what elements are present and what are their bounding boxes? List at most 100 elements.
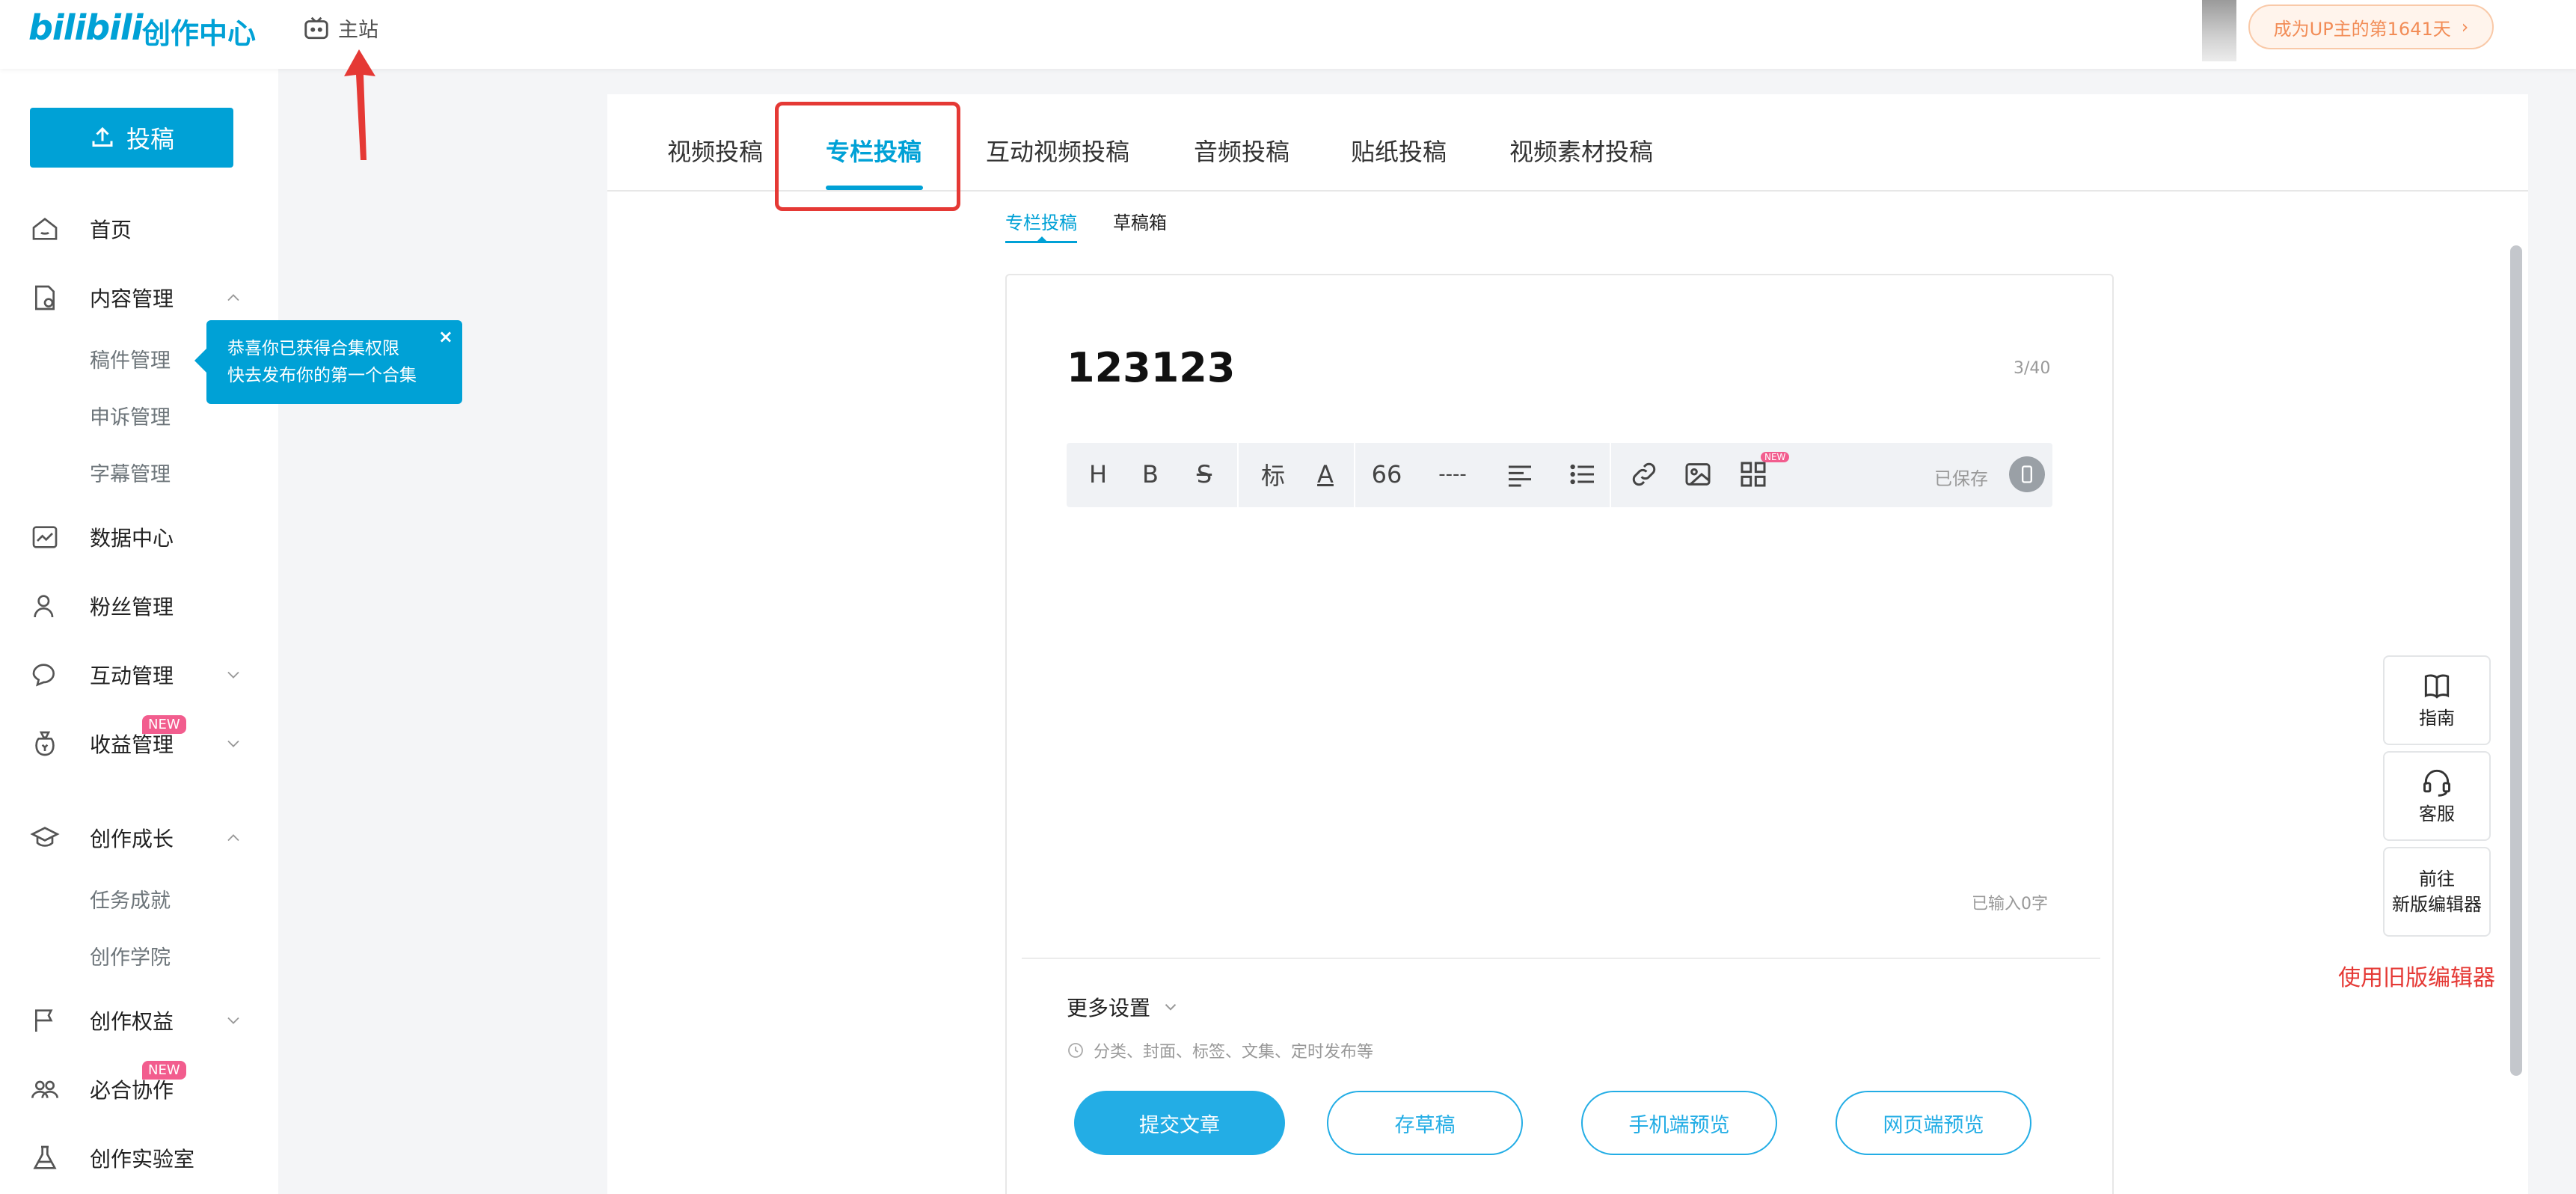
editor-toolbar: H B S 标 A 66 ---- NEW 已保存: [1067, 443, 2052, 507]
tooltip-line: 恭喜你已获得合集权限: [227, 339, 399, 358]
subtab-drafts[interactable]: 草稿箱: [1113, 208, 1167, 234]
annotation-arrow-icon: [344, 49, 375, 160]
sidebar-item-income[interactable]: 收益管理: [0, 721, 278, 766]
divider: [1022, 958, 2100, 959]
tooltip-line: 快去发布你的第一个合集: [227, 366, 417, 385]
scrollbar[interactable]: [2510, 245, 2522, 1076]
home-site-link[interactable]: 主站: [302, 13, 378, 43]
mobile-preview-button[interactable]: 手机端预览: [1581, 1091, 1777, 1155]
up-days-label: 成为UP主的第1641天: [2273, 18, 2451, 40]
main-panel: 视频投稿 专栏投稿 互动视频投稿 音频投稿 贴纸投稿 视频素材投稿 专栏投稿 草…: [607, 94, 2528, 1194]
more-settings-label: 更多设置: [1067, 996, 1151, 1020]
money-bag-icon: [35, 731, 55, 756]
bold-button[interactable]: B: [1135, 458, 1165, 491]
chart-icon: [32, 526, 58, 548]
chevron-down-icon: [227, 740, 239, 747]
sidebar-sub-appeals[interactable]: 申诉管理: [90, 401, 171, 430]
save-draft-button[interactable]: 存草稿: [1327, 1091, 1523, 1155]
new-badge: NEW: [1761, 452, 1790, 462]
link-icon: [1632, 462, 1656, 486]
sidebar-item-label: 互动管理: [90, 664, 174, 688]
sidebar-sub-tasks[interactable]: 任务成就: [90, 884, 171, 913]
chevron-down-icon: [227, 671, 239, 679]
label-button[interactable]: 标: [1254, 458, 1292, 491]
submit-article-button[interactable]: 提交文章: [1074, 1091, 1285, 1155]
quote-button[interactable]: 66: [1369, 458, 1405, 491]
avatar[interactable]: [2202, 0, 2236, 61]
flag-icon: [35, 1009, 53, 1032]
chevron-up-icon: [227, 294, 239, 301]
close-icon[interactable]: ×: [438, 323, 453, 350]
new-badge: NEW: [142, 715, 186, 734]
creator-center-title[interactable]: 创作中心: [142, 10, 256, 52]
heading-button[interactable]: H: [1083, 458, 1113, 491]
more-settings-hint: 分类、封面、标签、文集、定时发布等: [1067, 1038, 1373, 1062]
divider-button[interactable]: ----: [1430, 458, 1475, 491]
sidebar-item-label: 创作权益: [90, 1009, 174, 1034]
sidebar-item-content[interactable]: 内容管理: [0, 275, 278, 320]
sidebar-sub-manuscripts[interactable]: 稿件管理: [90, 344, 171, 373]
web-preview-button[interactable]: 网页端预览: [1836, 1091, 2031, 1155]
sidebar-item-lab[interactable]: 创作实验室: [0, 1136, 278, 1181]
annotation-highlight-box: [775, 102, 960, 211]
phone-icon: [2022, 465, 2032, 483]
sidebar-item-fans[interactable]: 粉丝管理: [0, 584, 278, 628]
toolbar-divider: [1237, 443, 1239, 507]
title-input[interactable]: 123123: [1067, 344, 1235, 391]
strikethrough-button[interactable]: S: [1189, 458, 1219, 491]
body-char-count: 已输入0字: [1972, 895, 2048, 913]
chevron-up-icon: [227, 834, 239, 842]
list-icon: [1570, 464, 1594, 485]
sidebar-item-label: 首页: [90, 218, 132, 242]
sidebar-item-data[interactable]: 数据中心: [0, 515, 278, 560]
sidebar-sub-academy[interactable]: 创作学院: [90, 941, 171, 970]
sidebar-item-label: 数据中心: [90, 526, 174, 551]
upload-icon: [92, 126, 113, 147]
image-button[interactable]: [1681, 458, 1714, 491]
sidebar-item-rights[interactable]: 创作权益: [0, 998, 278, 1043]
tab-video-material[interactable]: 视频素材投稿: [1509, 133, 1653, 168]
sidebar-item-collab[interactable]: 必合协作: [0, 1067, 278, 1112]
sidebar-item-label: 内容管理: [90, 287, 174, 311]
grid-icon: [1741, 462, 1766, 487]
tv-icon: [304, 16, 328, 39]
sidebar-item-home[interactable]: 首页: [0, 206, 278, 251]
more-settings-toggle[interactable]: 更多设置: [1067, 992, 1180, 1022]
link-button[interactable]: [1628, 458, 1660, 491]
upload-tabs: 视频投稿 专栏投稿 互动视频投稿 音频投稿 贴纸投稿 视频素材投稿: [607, 94, 2528, 211]
guide-label: 指南: [2419, 708, 2455, 729]
new-editor-button[interactable]: 前往 新版编辑器: [2383, 847, 2491, 937]
customer-service-button[interactable]: 客服: [2383, 751, 2491, 841]
service-label: 客服: [2419, 803, 2455, 824]
sidebar: 投稿 首页 内容管理 稿件管理 申诉管理 字幕管理 数据中心 粉丝管理 互动管理…: [0, 69, 278, 1194]
upload-button[interactable]: 投稿: [30, 108, 233, 168]
sidebar-item-interaction[interactable]: 互动管理: [0, 652, 278, 697]
more-settings-hint-text: 分类、封面、标签、文集、定时发布等: [1094, 1043, 1374, 1062]
article-editor: 123123 3/40 H B S 标 A 66 ---- NEW 已保存 已输…: [1005, 274, 2114, 1194]
saved-status: 已保存: [1934, 468, 1988, 489]
caret-icon: [1037, 236, 1047, 242]
more-insert-button[interactable]: [1737, 458, 1770, 491]
graduation-cap-icon: [30, 827, 60, 847]
mobile-view-button[interactable]: [2009, 456, 2045, 492]
guide-button[interactable]: 指南: [2383, 655, 2491, 745]
list-button[interactable]: [1566, 458, 1599, 491]
document-icon: [35, 285, 55, 310]
clock-icon: [1068, 1043, 1083, 1058]
sidebar-item-growth[interactable]: 创作成长: [0, 815, 278, 860]
toolbar-divider: [1354, 443, 1355, 507]
font-color-button[interactable]: A: [1309, 458, 1342, 491]
tab-video[interactable]: 视频投稿: [667, 133, 763, 168]
align-button[interactable]: [1503, 458, 1536, 491]
tab-interactive-video[interactable]: 互动视频投稿: [986, 133, 1129, 168]
subtab-article[interactable]: 专栏投稿: [1005, 208, 1077, 234]
align-left-icon: [1509, 465, 1531, 487]
sidebar-sub-subtitles[interactable]: 字幕管理: [90, 458, 171, 487]
tab-audio[interactable]: 音频投稿: [1194, 133, 1289, 168]
chevron-right-icon: ›: [2461, 16, 2469, 37]
up-days-badge[interactable]: 成为UP主的第1641天 ›: [2248, 4, 2494, 49]
sidebar-item-label: 创作成长: [90, 827, 174, 851]
new-editor-label: 新版编辑器: [2392, 894, 2482, 915]
tab-sticker[interactable]: 贴纸投稿: [1351, 133, 1447, 168]
bilibili-logo[interactable]: bilibili: [28, 7, 143, 48]
